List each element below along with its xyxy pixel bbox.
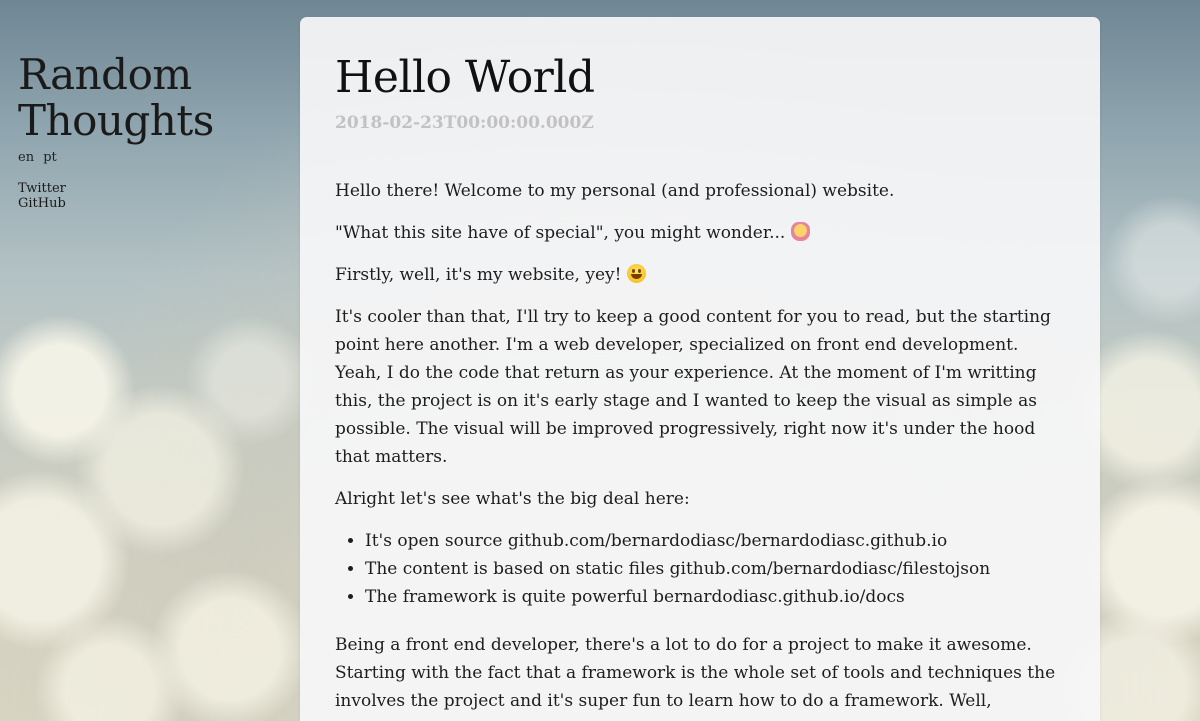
language-switcher: en pt [18, 150, 278, 165]
repo-link[interactable]: github.com/bernardodiasc/bernardodiasc.g… [508, 531, 947, 551]
site-title-line1[interactable]: Random [18, 50, 192, 99]
list-item: The content is based on static files git… [365, 555, 1065, 583]
raising-hand-emoji-icon [790, 222, 810, 241]
paragraph: Firstly, well, it's my website, yey! [335, 261, 1065, 289]
twitter-link[interactable]: Twitter [18, 181, 278, 196]
docs-link[interactable]: bernardodiasc.github.io/docs [653, 587, 905, 607]
list-item: It's open source github.com/bernardodias… [365, 527, 1065, 555]
lang-en-link[interactable]: en [18, 150, 34, 165]
paragraph: Hello there! Welcome to my personal (and… [335, 181, 895, 201]
post-date: 2018-02-23T00:00:00.000Z [335, 113, 594, 133]
site-title-line2[interactable]: Thoughts [18, 96, 214, 145]
social-links: Twitter GitHub [18, 181, 278, 211]
feature-list: It's open source github.com/bernardodias… [335, 527, 1065, 611]
list-item: The framework is quite powerful bernardo… [365, 583, 1065, 611]
paragraph: Being a front end developer, there's a l… [335, 635, 1056, 711]
filestojson-link[interactable]: github.com/bernardodiasc/filestojson [670, 559, 991, 579]
post-title: Hello World [335, 52, 595, 103]
paragraph: "What this site have of special", you mi… [335, 219, 1065, 247]
smiley-emoji-icon [626, 264, 646, 283]
post-content: Hello World 2018-02-23T00:00:00.000Z Hel… [300, 17, 1100, 715]
sidebar: Random Thoughts en pt Twitter GitHub [18, 52, 278, 212]
post-body: Hello there! Welcome to my personal (and… [335, 177, 1065, 715]
paragraph: Alright let's see what's the big deal he… [335, 489, 690, 509]
post-card: Hello World 2018-02-23T00:00:00.000Z Hel… [300, 17, 1100, 721]
site-title[interactable]: Random Thoughts [18, 52, 278, 144]
github-link[interactable]: GitHub [18, 196, 278, 211]
lang-pt-link[interactable]: pt [43, 150, 57, 165]
paragraph: It's cooler than that, I'll try to keep … [335, 307, 1051, 467]
